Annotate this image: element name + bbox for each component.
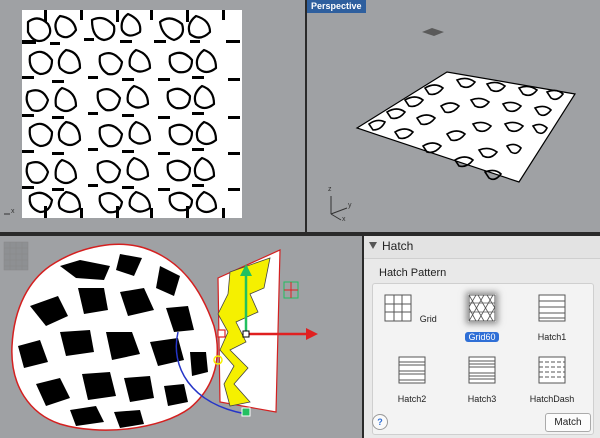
collapse-triangle-icon[interactable]: [369, 242, 377, 249]
gizmo-scale-handle[interactable]: [241, 407, 251, 417]
hatch-pattern-label: Hatch Pattern: [379, 267, 447, 279]
pattern-label: Grid60: [465, 332, 499, 342]
pattern-label: Hatch2: [397, 394, 427, 404]
pattern-label: HatchDash: [529, 394, 575, 404]
pattern-tile-grid[interactable]: Grid: [382, 294, 442, 327]
detail-viewport[interactable]: [0, 236, 362, 438]
mini-grid-icon: [3, 241, 29, 271]
pattern-tile-hatchdash[interactable]: HatchDash: [522, 356, 582, 407]
pattern-label: Hatch1: [537, 332, 567, 342]
pattern-tile-hatch1[interactable]: Hatch1: [522, 294, 582, 345]
gizmo-center-handle[interactable]: [242, 330, 250, 338]
persp-axis-z-label: z: [328, 186, 332, 193]
pattern-label: Grid: [419, 314, 437, 324]
top-viewport[interactable]: x: [0, 0, 305, 232]
hatch-panel-title: Hatch: [382, 239, 414, 253]
detail-canvas: [3, 241, 318, 431]
perspective-viewport[interactable]: Perspective z y x: [307, 0, 600, 232]
hatch2-pattern-icon: [398, 356, 426, 384]
hatch-panel-header[interactable]: Hatch: [364, 236, 600, 259]
grid60-pattern-icon: [468, 294, 496, 322]
pattern-tile-hatch3[interactable]: Hatch3: [452, 356, 512, 407]
top-axis-x-label: x: [11, 208, 15, 215]
gizmo-plane-icon[interactable]: [283, 281, 299, 299]
perspective-viewport-title[interactable]: Perspective: [307, 0, 366, 13]
perspective-canvas: [330, 28, 576, 221]
match-button[interactable]: Match: [545, 413, 591, 432]
pattern-tile-grid60[interactable]: Grid60: [452, 294, 512, 345]
hatch-panel: Hatch Hatch Pattern Grid Grid60 Hatch1 H…: [364, 236, 600, 438]
persp-axis-x-label: x: [342, 216, 346, 223]
gizmo-handle-left[interactable]: [217, 329, 226, 338]
help-button[interactable]: ?: [372, 414, 388, 430]
pattern-tile-hatch2[interactable]: Hatch2: [382, 356, 442, 407]
gizmo-x-arrow-icon[interactable]: [306, 328, 318, 340]
grid-pattern-icon: [384, 294, 412, 322]
small-object: [422, 28, 444, 36]
hatch1-pattern-icon: [538, 294, 566, 322]
top-pattern-canvas: [4, 10, 242, 218]
hatchdash-pattern-icon: [538, 356, 566, 384]
persp-axis-y-label: y: [348, 202, 352, 209]
pattern-label: Hatch3: [467, 394, 497, 404]
hatch3-pattern-icon: [468, 356, 496, 384]
